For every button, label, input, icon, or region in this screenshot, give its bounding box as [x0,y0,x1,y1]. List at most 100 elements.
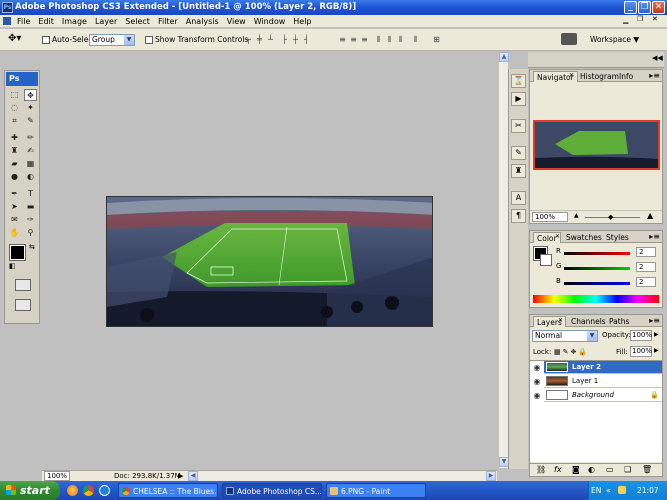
tray-arrow-icon[interactable]: « [606,486,611,495]
paragraph-panel-icon[interactable]: ¶ [511,209,526,223]
chrome-icon[interactable] [83,485,94,496]
healing-brush-tool-icon[interactable]: ✚ [8,132,21,144]
pen-tool-icon[interactable]: ✒ [8,188,21,200]
zoom-level[interactable]: 100% [44,471,70,481]
taskbar-item-photoshop[interactable]: Adobe Photoshop CS... [222,483,322,498]
distribute-hcenter-icon[interactable]: ⦀ [385,35,394,44]
close-button[interactable]: ✕ [652,1,665,14]
layer-row-layer-1[interactable]: Layer 1 [544,375,662,388]
auto-align-layers-icon[interactable]: ⊞ [432,35,441,44]
panel-menu-icon[interactable]: ▸≡ [649,316,660,326]
panel-menu-icon[interactable]: ▸≡ [649,71,660,81]
visibility-eye-icon[interactable]: ◉ [532,390,542,402]
align-left-icon[interactable]: ├ [280,35,289,44]
align-top-icon[interactable]: ┬ [244,35,253,44]
menu-analysis[interactable]: Analysis [182,15,223,28]
distribute-left-icon[interactable]: ⦀ [374,35,383,44]
tab-channels[interactable]: Channels [568,316,609,327]
channel-b-slider[interactable] [564,282,630,285]
language-indicator[interactable]: EN [591,481,601,500]
magic-wand-tool-icon[interactable]: ✦ [24,102,37,114]
show-transform-checkbox[interactable] [145,36,153,44]
doc-minimize-button[interactable]: ▁ [623,16,628,24]
gradient-tool-icon[interactable]: ▦ [24,158,37,170]
collapse-panels-icon[interactable]: ◀◀ [652,54,663,62]
menu-file[interactable]: File [13,15,34,28]
scroll-up-icon[interactable]: ▲ [499,52,509,62]
scroll-left-icon[interactable]: ◀ [188,471,198,481]
swap-colors-icon[interactable]: ⇆ [29,243,35,251]
menu-help[interactable]: Help [289,15,315,28]
marquee-tool-icon[interactable]: ⬚ [8,89,21,101]
layer-row-layer-2[interactable]: Layer 2 [544,361,662,374]
close-tab-icon[interactable]: ✕ [558,317,563,324]
opacity-arrow-icon[interactable]: ▶ [654,331,659,338]
zoom-out-icon[interactable]: ▲ [574,212,579,219]
workspace-menu[interactable]: Workspace ▼ [590,35,639,44]
character-panel-icon[interactable]: A [511,191,526,205]
align-vcenter-icon[interactable]: ╪ [255,35,264,44]
zoom-slider-thumb[interactable]: ◆ [608,213,613,221]
foreground-color-swatch[interactable] [9,244,26,261]
zoom-in-icon[interactable]: ▲ [647,211,653,220]
quick-mask-icon[interactable] [15,279,31,291]
opacity-input[interactable]: 100% [630,330,652,341]
close-tab-icon[interactable]: ✕ [555,233,560,240]
tray-icon[interactable] [618,486,626,494]
tab-paths[interactable]: Paths [606,316,632,327]
browser-icon[interactable] [99,485,110,496]
doc-close-button[interactable]: ✕ [652,15,658,23]
layer-style-icon[interactable]: fx [554,465,562,474]
clone-stamp-tool-icon[interactable]: ♜ [8,145,21,157]
tab-swatches[interactable]: Swatches [563,232,605,243]
tool-presets-icon[interactable]: ✂ [511,119,526,133]
blend-mode-dropdown[interactable]: Normal ▼ [532,330,598,342]
menu-select[interactable]: Select [121,15,154,28]
align-bottom-icon[interactable]: ┴ [266,35,275,44]
taskbar-item-paint[interactable]: 6.PNG - Paint [326,483,426,498]
channel-b-input[interactable]: 2 [636,277,656,287]
menu-filter[interactable]: Filter [154,15,182,28]
menu-edit[interactable]: Edit [34,15,58,28]
screen-mode-icon[interactable] [15,299,31,311]
channel-r-slider[interactable] [564,252,630,255]
minimize-button[interactable]: _ [624,1,637,14]
blur-tool-icon[interactable]: ● [8,171,21,183]
adjustment-layer-icon[interactable]: ◐ [588,465,595,474]
align-right-icon[interactable]: ┤ [302,35,311,44]
channel-g-slider[interactable] [564,267,630,270]
link-layers-icon[interactable]: ⛓ [536,465,546,474]
lasso-tool-icon[interactable]: ◌ [8,102,21,114]
navigator-zoom-input[interactable]: 100% [532,212,568,222]
visibility-eye-icon[interactable]: ◉ [532,376,542,388]
history-panel-icon[interactable]: ⌛ [511,74,526,88]
history-brush-tool-icon[interactable]: ✍ [24,145,37,157]
channel-g-input[interactable]: 2 [636,262,656,272]
distribute-vcenter-icon[interactable]: ≡ [349,35,358,44]
default-colors-icon[interactable]: ◧ [9,262,16,270]
auto-select-dropdown[interactable]: Group ▼ [89,34,135,46]
eyedropper-tool-icon[interactable]: ✑ [24,214,37,226]
zoom-tool-icon[interactable]: ⚲ [24,227,37,239]
actions-panel-icon[interactable]: ▶ [511,92,526,106]
tab-styles[interactable]: Styles [603,232,632,243]
clone-source-icon[interactable]: ♜ [511,164,526,178]
restore-button[interactable]: ❐ [638,1,651,14]
align-hcenter-icon[interactable]: ┼ [291,35,300,44]
hand-tool-icon[interactable]: ✋ [8,227,21,239]
status-menu-arrow-icon[interactable]: ▶ [178,471,183,481]
move-tool-preset-icon[interactable]: ✥▾ [8,34,21,44]
menu-view[interactable]: View [223,15,250,28]
notes-tool-icon[interactable]: ✉ [8,214,21,226]
close-tab-icon[interactable]: ✕ [569,72,574,79]
vertical-scrollbar[interactable]: ▲ ▼ [498,52,509,468]
menu-layer[interactable]: Layer [91,15,121,28]
bridge-icon[interactable] [561,33,577,45]
horizontal-scrollbar[interactable] [199,472,485,480]
layer-row-background[interactable]: Background 🔒 [544,389,662,402]
menu-image[interactable]: Image [58,15,91,28]
dodge-tool-icon[interactable]: ◐ [24,171,37,183]
rectangle-tool-icon[interactable]: ▬ [24,201,37,213]
distribute-top-icon[interactable]: ≡ [338,35,347,44]
menu-window[interactable]: Window [250,15,290,28]
